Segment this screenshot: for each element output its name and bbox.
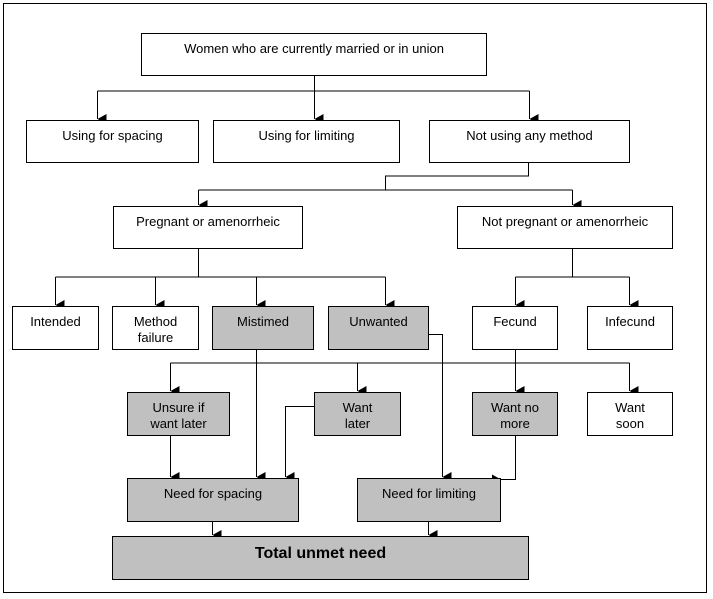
node-unsure-if-want-later: Unsure if want later (127, 392, 230, 436)
node-infecund: Infecund (587, 306, 673, 350)
node-pregnant-or-amenorrheic: Pregnant or amenorrheic (113, 206, 303, 249)
edge-unwanted-need-limiting (428, 334, 452, 482)
node-need-for-spacing: Need for spacing (127, 478, 299, 522)
node-not-pregnant-or-amenorrheic: Not pregnant or amenorrheic (457, 206, 673, 249)
node-using-for-spacing: Using for spacing (26, 120, 199, 163)
node-want-no-more: Want no more (472, 392, 558, 436)
node-fecund: Fecund (472, 306, 558, 350)
node-intended: Intended (12, 306, 99, 350)
node-want-later: Want later (314, 392, 401, 436)
node-using-for-limiting: Using for limiting (213, 120, 400, 163)
connector-not-using-trunk (385, 162, 529, 190)
node-need-for-limiting: Need for limiting (357, 478, 501, 522)
edge-want-later-need-spacing (285, 406, 314, 482)
edge-want-no-more-need-limiting (492, 435, 516, 485)
node-not-using-any-method: Not using any method (429, 120, 630, 163)
node-mistimed: Mistimed (212, 306, 314, 350)
node-unwanted: Unwanted (328, 306, 429, 350)
node-women-married-or-in-union: Women who are currently married or in un… (141, 33, 487, 76)
node-method-failure: Method failure (112, 306, 199, 350)
node-want-soon: Want soon (587, 392, 673, 436)
node-total-unmet-need: Total unmet need (112, 536, 529, 580)
